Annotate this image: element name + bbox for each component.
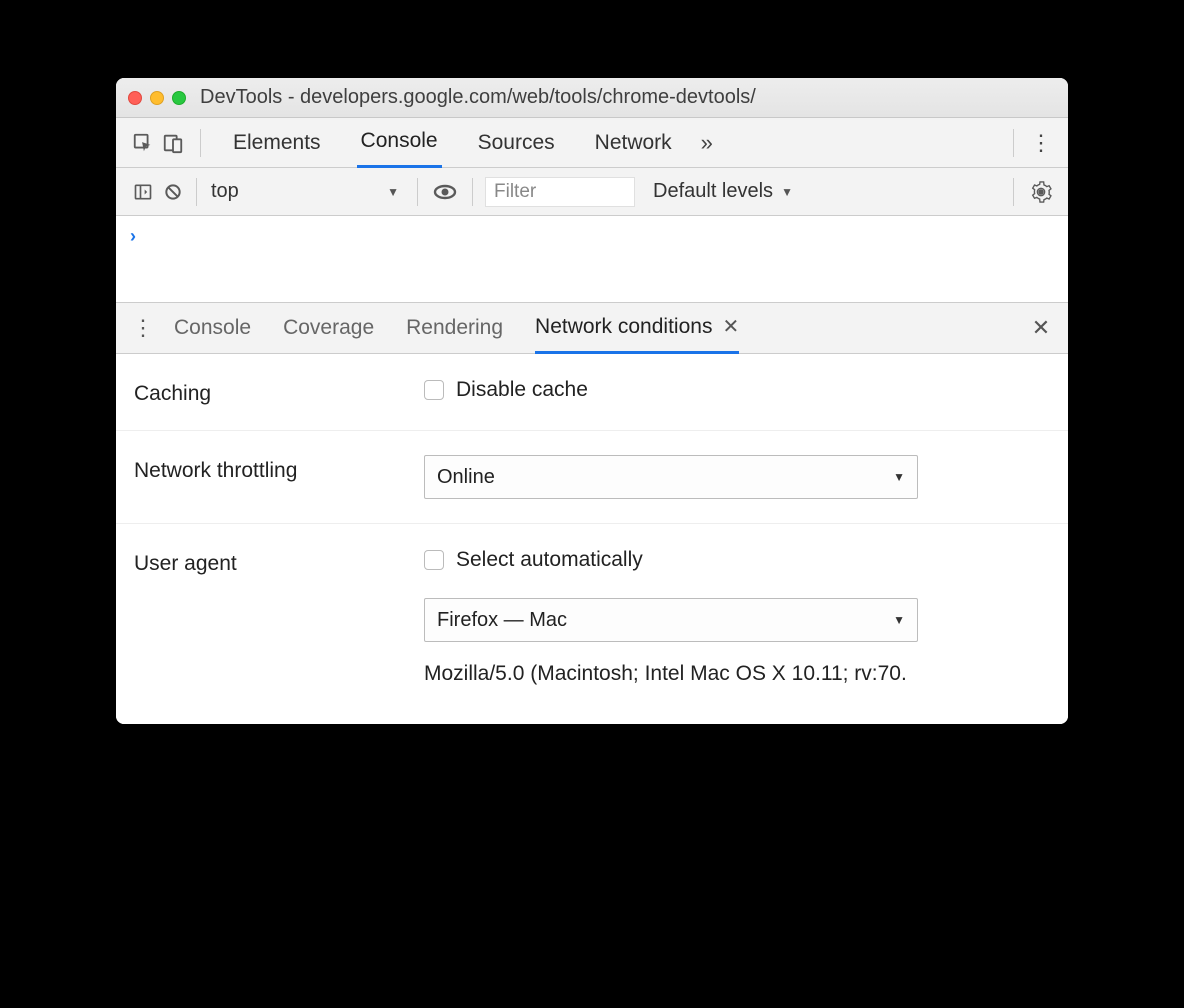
caching-row: Caching Disable cache bbox=[116, 354, 1068, 431]
drawer-more-icon[interactable]: ⋮ bbox=[128, 313, 158, 343]
caret-down-icon: ▼ bbox=[893, 470, 905, 484]
caret-down-icon: ▼ bbox=[387, 185, 399, 199]
select-auto-input[interactable] bbox=[424, 550, 444, 570]
close-drawer-icon[interactable]: ✕ bbox=[1026, 313, 1056, 343]
caching-label: Caching bbox=[134, 378, 424, 406]
context-select[interactable]: top ▼ bbox=[205, 180, 405, 203]
divider bbox=[200, 129, 201, 157]
tab-network[interactable]: Network bbox=[591, 118, 676, 168]
tab-console[interactable]: Console bbox=[357, 118, 442, 168]
minimize-window-button[interactable] bbox=[150, 91, 164, 105]
close-window-button[interactable] bbox=[128, 91, 142, 105]
devtools-window: DevTools - developers.google.com/web/too… bbox=[116, 78, 1068, 724]
device-toolbar-icon[interactable] bbox=[158, 128, 188, 158]
divider bbox=[196, 178, 197, 206]
maximize-window-button[interactable] bbox=[172, 91, 186, 105]
more-tabs-icon[interactable]: » bbox=[692, 128, 722, 158]
console-output[interactable]: › bbox=[116, 216, 1068, 302]
main-tab-bar: Elements Console Sources Network » ⋮ bbox=[116, 118, 1068, 168]
divider bbox=[1013, 178, 1014, 206]
drawer-tab-network-conditions[interactable]: Network conditions ✕ bbox=[535, 302, 739, 354]
drawer-tab-coverage[interactable]: Coverage bbox=[283, 302, 374, 354]
console-settings-icon[interactable] bbox=[1026, 177, 1056, 207]
tab-elements[interactable]: Elements bbox=[229, 118, 325, 168]
drawer-tab-bar: ⋮ Console Coverage Rendering Network con… bbox=[116, 302, 1068, 354]
select-auto-checkbox[interactable]: Select automatically bbox=[424, 548, 1050, 572]
clear-console-icon[interactable] bbox=[158, 177, 188, 207]
caret-down-icon: ▼ bbox=[781, 185, 793, 199]
titlebar: DevTools - developers.google.com/web/too… bbox=[116, 78, 1068, 118]
divider bbox=[417, 178, 418, 206]
user-agent-string: Mozilla/5.0 (Macintosh; Intel Mac OS X 1… bbox=[424, 662, 1050, 686]
live-expression-icon[interactable] bbox=[430, 177, 460, 207]
throttling-select[interactable]: Online ▼ bbox=[424, 455, 918, 499]
throttling-value: Online bbox=[437, 466, 495, 489]
traffic-lights bbox=[128, 91, 186, 105]
divider bbox=[1013, 129, 1014, 157]
caret-down-icon: ▼ bbox=[893, 613, 905, 627]
network-conditions-panel: Caching Disable cache Network throttling… bbox=[116, 354, 1068, 724]
log-levels-select[interactable]: Default levels ▼ bbox=[653, 180, 793, 203]
filter-input[interactable] bbox=[485, 177, 635, 207]
divider bbox=[472, 178, 473, 206]
disable-cache-checkbox[interactable]: Disable cache bbox=[424, 378, 1050, 402]
window-title: DevTools - developers.google.com/web/too… bbox=[200, 86, 756, 109]
drawer-tab-label: Network conditions bbox=[535, 315, 712, 339]
console-toolbar: top ▼ Default levels ▼ bbox=[116, 168, 1068, 216]
user-agent-value: Firefox — Mac bbox=[437, 609, 567, 632]
disable-cache-label: Disable cache bbox=[456, 378, 588, 402]
toggle-sidebar-icon[interactable] bbox=[128, 177, 158, 207]
throttling-label: Network throttling bbox=[134, 455, 424, 483]
drawer-tab-rendering[interactable]: Rendering bbox=[406, 302, 503, 354]
user-agent-select[interactable]: Firefox — Mac ▼ bbox=[424, 598, 918, 642]
drawer-tab-console[interactable]: Console bbox=[174, 302, 251, 354]
levels-label: Default levels bbox=[653, 180, 773, 203]
context-value: top bbox=[211, 180, 239, 203]
user-agent-label: User agent bbox=[134, 548, 424, 576]
tab-sources[interactable]: Sources bbox=[474, 118, 559, 168]
disable-cache-input[interactable] bbox=[424, 380, 444, 400]
inspect-element-icon[interactable] bbox=[128, 128, 158, 158]
more-options-icon[interactable]: ⋮ bbox=[1026, 128, 1056, 158]
select-auto-label: Select automatically bbox=[456, 548, 643, 572]
user-agent-row: User agent Select automatically Firefox … bbox=[116, 524, 1068, 724]
console-prompt-icon: › bbox=[130, 226, 136, 246]
close-tab-icon[interactable]: ✕ bbox=[722, 314, 739, 339]
throttling-row: Network throttling Online ▼ bbox=[116, 431, 1068, 524]
